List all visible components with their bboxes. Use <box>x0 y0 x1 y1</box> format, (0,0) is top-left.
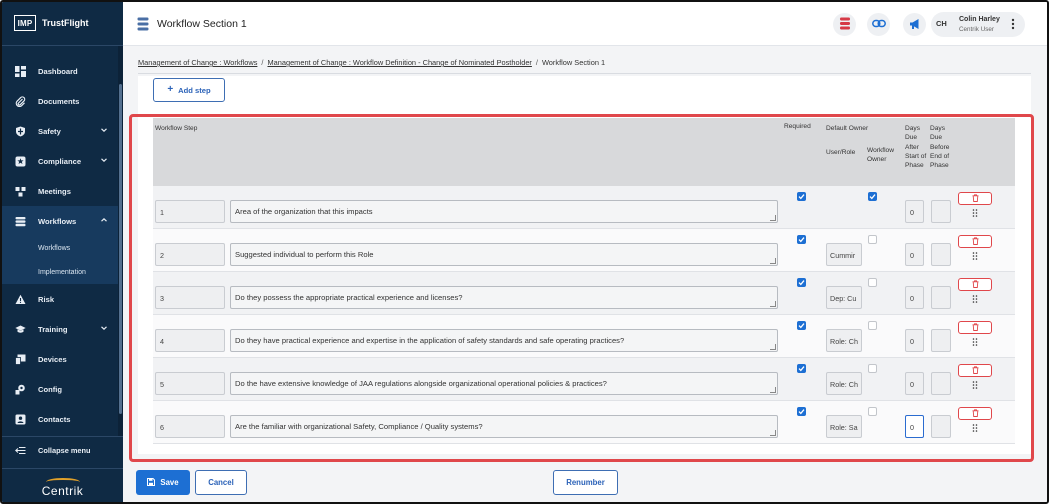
centrik-logo: Centrik <box>2 468 123 502</box>
sidebar-item-safety[interactable]: Safety <box>2 116 118 146</box>
config-icon <box>15 384 26 395</box>
sidebar-divider <box>2 45 123 46</box>
floppy-disk-icon <box>147 477 156 488</box>
chevron-down-icon[interactable] <box>100 126 108 134</box>
sidebar-item-devices[interactable]: Devices <box>2 344 118 374</box>
link-button[interactable] <box>867 13 890 36</box>
sidebar-item-dashboard[interactable]: Dashboard <box>2 56 118 86</box>
sidebar-item-label: Config <box>38 384 63 394</box>
layers-icon <box>15 216 26 227</box>
link-icon <box>871 19 886 30</box>
app-window: IMP TrustFlight Dashboard Documents Safe… <box>0 0 1049 504</box>
collapse-arrow-icon <box>15 445 26 456</box>
megaphone-icon <box>909 18 921 32</box>
brand[interactable]: IMP TrustFlight <box>14 15 89 31</box>
save-button[interactable]: Save <box>136 470 190 495</box>
cancel-button[interactable]: Cancel <box>195 470 247 495</box>
sidebar-item-documents[interactable]: Documents <box>2 86 118 116</box>
highlight-annotation-box <box>129 114 1034 462</box>
breadcrumb-current: Workflow Section 1 <box>541 58 606 67</box>
breadcrumb-link-workflow-definition[interactable]: Management of Change : Workflow Definiti… <box>267 58 531 67</box>
page-header: Workflow Section 1 CH Colin Harley Centr… <box>123 2 1047 46</box>
sidebar-item-label: Risk <box>38 294 55 304</box>
user-role: Centrik User <box>959 26 994 33</box>
devices-icon <box>15 354 26 365</box>
sidebar-item-label: Dashboard <box>38 66 78 76</box>
brand-name: TrustFlight <box>42 18 89 28</box>
sidebar-scrollbar-thumb[interactable] <box>119 84 122 414</box>
star-badge-icon <box>15 156 26 167</box>
save-label: Save <box>160 478 179 487</box>
sidebar-item-contacts[interactable]: Contacts <box>2 404 118 434</box>
page-title: Workflow Section 1 <box>157 18 247 30</box>
meetings-icon <box>15 186 26 197</box>
sidebar-item-compliance[interactable]: Compliance <box>2 146 118 176</box>
sidebar-item-label: Workflows <box>38 216 77 226</box>
chevron-up-icon[interactable] <box>100 216 108 224</box>
sidebar-item-config[interactable]: Config <box>2 374 118 404</box>
contacts-icon <box>15 414 26 425</box>
breadcrumb-divider <box>138 73 1031 74</box>
workflow-stack-icon <box>137 17 149 31</box>
imp-logo: IMP <box>14 15 36 31</box>
user-name: Colin Harley <box>959 16 1000 23</box>
add-step-label: Add step <box>178 85 211 95</box>
chevron-down-icon[interactable] <box>100 324 108 332</box>
renumber-button[interactable]: Renumber <box>553 470 618 495</box>
warning-icon <box>15 294 26 305</box>
sidebar-item-training[interactable]: Training <box>2 314 118 344</box>
paperclip-icon <box>15 95 26 107</box>
dashboard-icon <box>15 65 26 77</box>
sidebar-subitem-workflows[interactable]: Workflows <box>2 236 118 260</box>
collapse-menu-label: Collapse menu <box>38 446 91 455</box>
sidebar-item-workflows[interactable]: Workflows <box>2 206 118 236</box>
kebab-menu-icon[interactable] <box>1011 18 1015 30</box>
collapse-menu-button[interactable]: Collapse menu <box>2 436 123 464</box>
sidebar-subitem-implementation[interactable]: Implementation <box>2 260 118 284</box>
breadcrumb: Management of Change : Workflows / Managem… <box>138 58 605 67</box>
sidebar-item-meetings[interactable]: Meetings <box>2 176 118 206</box>
announcements-button[interactable] <box>903 13 926 36</box>
breadcrumb-separator: / <box>535 58 538 67</box>
stack-alert-icon <box>839 17 851 32</box>
sidebar-item-label: Training <box>38 324 68 334</box>
sidebar-nav: Dashboard Documents Safety Compliance Me… <box>2 56 118 434</box>
centrik-logo-text: Centrik <box>41 483 84 498</box>
sidebar-item-risk[interactable]: Risk <box>2 284 118 314</box>
sidebar-item-label: Devices <box>38 354 67 364</box>
plus-icon: + <box>167 83 174 95</box>
add-step-button[interactable]: + Add step <box>153 78 225 102</box>
avatar[interactable]: CH <box>936 19 947 28</box>
stack-alert-button[interactable] <box>833 13 856 36</box>
sidebar: IMP TrustFlight Dashboard Documents Safe… <box>2 2 123 502</box>
breadcrumb-separator: / <box>261 58 264 67</box>
graduation-cap-icon <box>15 324 26 335</box>
breadcrumb-link-workflows[interactable]: Management of Change : Workflows <box>138 58 257 67</box>
sidebar-item-label: Contacts <box>38 414 71 424</box>
sidebar-item-label: Documents <box>38 96 80 106</box>
sidebar-item-label: Safety <box>38 126 61 136</box>
chevron-down-icon[interactable] <box>100 156 108 164</box>
sidebar-item-label: Compliance <box>38 156 82 166</box>
shield-icon <box>15 126 26 137</box>
sidebar-item-label: Meetings <box>38 186 71 196</box>
